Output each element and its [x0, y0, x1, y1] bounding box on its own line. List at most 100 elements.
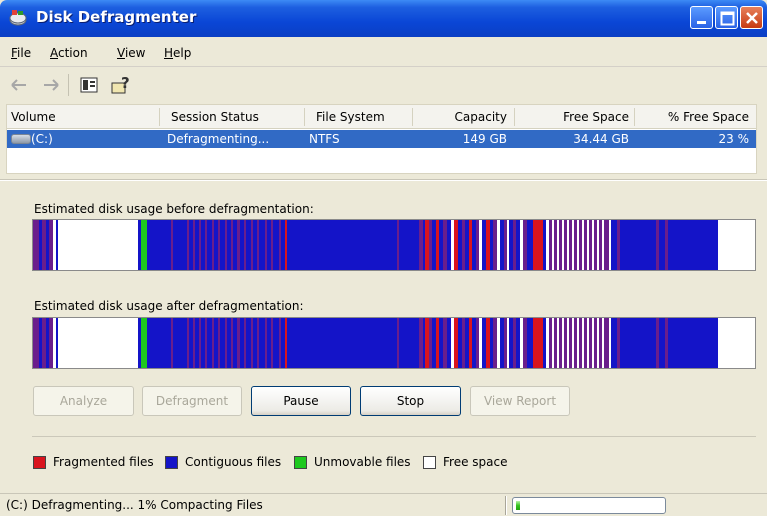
before-defrag-usage-graphic — [33, 220, 755, 270]
disk-cluster-contiguous — [201, 318, 205, 368]
column-free-space[interactable]: Free Space — [521, 110, 629, 124]
hard-drive-icon — [11, 134, 31, 144]
disk-cluster-free — [451, 318, 454, 368]
disk-cluster-contiguous — [246, 318, 251, 368]
column-separator — [634, 108, 635, 126]
disk-cluster-purple — [493, 220, 497, 270]
after-defrag-usage-graphic — [33, 318, 755, 368]
disk-cluster-free — [592, 220, 594, 270]
disk-cluster-purple — [251, 318, 253, 368]
disk-cluster-unmovable — [141, 220, 147, 270]
disk-cluster-purple — [271, 318, 273, 368]
help-icon[interactable]: ? — [110, 74, 132, 96]
disk-cluster-contiguous — [214, 318, 218, 368]
disk-cluster-contiguous — [465, 220, 469, 270]
analyze-button[interactable]: Analyze — [33, 386, 134, 416]
disk-cluster-free — [520, 220, 523, 270]
maximize-button[interactable] — [715, 6, 738, 29]
column-capacity[interactable]: Capacity — [419, 110, 507, 124]
disk-cluster-purple — [218, 220, 220, 270]
disk-cluster-free — [479, 220, 482, 270]
disk-cluster-contiguous — [233, 318, 237, 368]
menu-help[interactable]: Help — [164, 46, 191, 60]
disk-cluster-contiguous — [472, 220, 476, 270]
menu-action[interactable]: Action — [50, 46, 88, 60]
disk-cluster-contiguous — [56, 220, 58, 270]
disk-defragmenter-window: Disk Defragmenter File Action View Help — [0, 0, 767, 516]
disk-cluster-purple — [493, 318, 497, 368]
view-report-button[interactable]: View Report — [470, 386, 570, 416]
maximize-icon — [720, 11, 735, 26]
disk-cluster-contiguous — [611, 318, 617, 368]
disk-cluster-purple — [559, 318, 562, 368]
defragmenter-app-icon — [9, 10, 27, 26]
disk-cluster-purple — [569, 318, 572, 368]
disk-cluster-purple — [171, 318, 173, 368]
disk-cluster-contiguous — [423, 220, 425, 270]
pause-button[interactable]: Pause — [251, 386, 351, 416]
disk-cluster-contiguous — [509, 318, 513, 368]
volume-row-c[interactable]: (C:) Defragmenting... NTFS 149 GB 34.44 … — [7, 130, 756, 148]
menu-action-label: ction — [58, 46, 88, 60]
menu-bar: File Action View Help — [0, 37, 767, 67]
disk-cluster-purple — [187, 220, 189, 270]
disk-cluster-free — [53, 318, 56, 368]
properties-icon[interactable] — [78, 74, 100, 96]
title-bar[interactable]: Disk Defragmenter — [0, 0, 767, 37]
disk-cluster-free — [520, 318, 523, 368]
forward-arrow-icon[interactable] — [40, 74, 62, 96]
disk-cluster-purple — [231, 318, 233, 368]
disk-cluster-contiguous — [227, 220, 231, 270]
column-percent-free-space[interactable]: % Free Space — [641, 110, 749, 124]
close-button[interactable] — [740, 6, 763, 29]
unmovable-swatch — [294, 456, 307, 469]
disk-cluster-contiguous — [214, 220, 218, 270]
disk-cluster-free — [582, 220, 584, 270]
stop-button[interactable]: Stop — [360, 386, 461, 416]
column-session-status[interactable]: Session Status — [171, 110, 259, 124]
disk-cluster-purple — [429, 220, 432, 270]
disk-cluster-contiguous — [439, 318, 443, 368]
disk-cluster-contiguous — [399, 318, 419, 368]
disk-cluster-contiguous — [516, 220, 520, 270]
disk-cluster-contiguous — [195, 318, 199, 368]
disk-cluster-fragmented — [285, 220, 287, 270]
back-arrow-icon[interactable] — [8, 74, 30, 96]
disk-cluster-fragmented — [454, 220, 458, 270]
disk-cluster-free — [572, 318, 574, 368]
disk-cluster-purple — [549, 220, 552, 270]
column-file-system[interactable]: File System — [316, 110, 385, 124]
disk-cluster-purple — [665, 318, 668, 368]
menu-action-mnemonic: A — [50, 46, 58, 60]
toolbar-separator — [68, 74, 69, 96]
disk-cluster-free — [557, 220, 559, 270]
disk-cluster-purple — [599, 318, 602, 368]
menu-file[interactable]: File — [11, 46, 31, 60]
disk-cluster-free — [497, 318, 500, 368]
disk-cluster-purple — [617, 318, 620, 368]
disk-cluster-fragmented — [425, 318, 429, 368]
disk-cluster-fragmented — [425, 220, 429, 270]
disk-cluster-fragmented — [436, 318, 439, 368]
disk-cluster-contiguous — [668, 220, 718, 270]
status-text: (C:) Defragmenting... 1% Compacting File… — [6, 498, 263, 512]
disk-cluster-purple — [42, 318, 46, 368]
disk-cluster-purple — [554, 318, 557, 368]
disk-cluster-contiguous — [240, 220, 244, 270]
disk-cluster-purple — [617, 220, 620, 270]
disk-cluster-purple — [257, 220, 259, 270]
column-separator — [159, 108, 160, 126]
menu-view[interactable]: View — [117, 46, 145, 60]
column-separator — [514, 108, 515, 126]
capacity-value: 149 GB — [462, 132, 507, 146]
column-separator — [304, 108, 305, 126]
disk-cluster-contiguous — [267, 220, 271, 270]
defragment-button[interactable]: Defragment — [142, 386, 242, 416]
column-volume[interactable]: Volume — [11, 110, 56, 124]
disk-cluster-free — [602, 220, 604, 270]
disk-cluster-fragmented — [533, 318, 543, 368]
minimize-button[interactable] — [690, 6, 713, 29]
pane-divider[interactable] — [0, 179, 767, 181]
disk-cluster-contiguous — [399, 220, 419, 270]
disk-cluster-purple — [594, 318, 597, 368]
